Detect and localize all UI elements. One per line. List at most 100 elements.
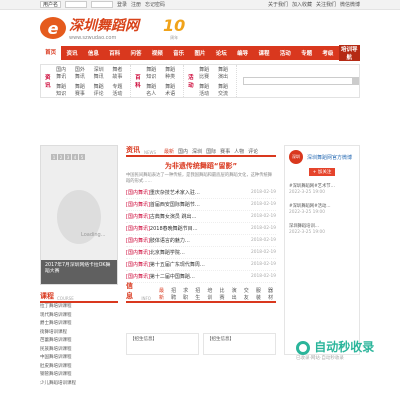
list-item[interactable]: [国内舞讯]北京舞蹈学院… 2018-02-19 [126,247,276,259]
news-tab[interactable]: 评论 [248,148,258,155]
subnav-link[interactable]: 国内舞讯 [56,66,70,80]
subnav-link[interactable]: 舞蹈术语 [165,83,179,97]
subnav-link[interactable]: 舞蹈交流 [218,83,232,97]
news-headline[interactable]: 为非遗传统舞蹈“留影” [126,161,276,171]
list-item[interactable]: 拉丁舞培训课程 [40,303,118,312]
subnav-link[interactable]: 舞蹈比赛 [199,66,213,80]
subnav-link[interactable]: 舞蹈赛事 [75,83,89,97]
nav-item-course[interactable]: 课程 [253,49,274,57]
image-slider[interactable]: 1 2 3 4 5 Loading... 2017年7月深圳网络卡拉OK舞蹈大赛 [40,145,118,285]
nav-item-images[interactable]: 图片 [189,49,210,57]
info-tab[interactable]: 比赛 [220,287,228,301]
list-item[interactable]: 街舞培训课程 [40,329,118,338]
nav-item-events[interactable]: 活动 [275,49,296,57]
search-button[interactable] [352,77,359,85]
info-tab[interactable]: 招聘 [171,287,179,301]
subnav-link[interactable]: 舞蹈评论 [94,83,108,97]
logo-icon: e [40,17,66,39]
login-link[interactable]: 登录 [117,1,127,8]
list-item[interactable]: 肚皮舞培训课程 [40,363,118,372]
subnav-link[interactable]: 舞蹈知识 [56,83,70,97]
list-item[interactable]: [国内舞讯]肢体语言的魅力… 2018-02-19 [126,235,276,247]
news-tab[interactable]: 深圳 [192,148,202,155]
nav-item-qa[interactable]: 问答 [125,49,146,57]
favorite-link[interactable]: 加入收藏 [292,1,312,8]
nav-item-news[interactable]: 资讯 [61,49,82,57]
news-tab[interactable]: 人物 [234,148,244,155]
info-tab[interactable]: 招生 [195,287,203,301]
info-tab[interactable]: 器材 [268,287,276,301]
nav-item-training[interactable]: 培训导航 [338,45,360,61]
slider-dot[interactable]: 2 [58,154,64,160]
slider-dot[interactable]: 3 [65,154,71,160]
info-tab[interactable]: 服装 [256,287,264,301]
news-tab[interactable]: 赛事 [220,148,230,155]
follow-button[interactable]: + 加关注 [309,168,335,176]
subnav-link[interactable]: 舞蹈种类 [165,66,179,80]
weibo-post[interactable]: #深圳舞蹈网#艺术节… 2022-3-25 19:00 [289,184,355,196]
slider-dot[interactable]: 1 [51,154,57,160]
news-tab[interactable]: 国际 [206,148,216,155]
weibo-user[interactable]: 深圳 深圳舞蹈网官方微博 [289,150,355,164]
nav-item-topics[interactable]: 专题 [296,49,317,57]
subnav-link[interactable]: 舞蹈演出 [218,66,232,80]
list-item[interactable]: [国内舞讯]2018春晚舞蹈节目… 2018-02-19 [126,223,276,235]
news-tab[interactable]: 最新 [164,148,174,155]
weibo-post-time: 2022-3-25 19:00 [289,230,325,235]
subnav-link[interactable]: 专题活动 [112,83,126,97]
subnav-link[interactable]: 舞蹈知识 [146,66,160,80]
about-link[interactable]: 关于我们 [268,1,288,8]
list-item[interactable]: [国内舞讯]古典舞女演员 跳出… 2018-02-19 [126,211,276,223]
info-tab[interactable]: 最新 [159,287,167,301]
slider-dot[interactable]: 4 [72,154,78,160]
info-card[interactable]: 【招生信息】 [126,333,199,355]
account-select[interactable]: 用户名 [40,1,62,8]
info-tab[interactable]: 演出 [232,287,240,301]
list-item[interactable]: [国内舞讯]重庆杂技艺术家入驻… 2018-02-19 [126,187,276,199]
subnav-head[interactable]: 百科 [135,73,143,89]
subnav-link[interactable]: 舞者故事 [112,66,126,80]
subnav-link[interactable]: 舞蹈活动 [199,83,213,97]
subnav-head[interactable]: 资讯 [45,73,53,89]
weibo-post[interactable]: 深圳舞蹈培训… 2022-3-25 19:00 [289,224,355,236]
info-tab[interactable]: 求职 [183,287,191,301]
forgot-link[interactable]: 忘记密码 [145,1,165,8]
username-input[interactable] [65,1,88,8]
list-item[interactable]: 民族舞培训课程 [40,346,118,355]
follow-link[interactable]: 关注我们 [316,1,336,8]
list-item[interactable]: [国内舞讯]第十五届广东现代舞周… 2018-02-19 [126,259,276,271]
nav-item-choreo[interactable]: 编导 [232,49,253,57]
nav-item-home[interactable]: 首页 [40,46,62,60]
nav-item-wiki[interactable]: 百科 [104,49,125,57]
subnav-head[interactable]: 活动 [188,73,196,89]
nav-item-info[interactable]: 信息 [83,49,104,57]
info-tab[interactable]: 交友 [244,287,252,301]
list-item[interactable]: 少儿舞蹈培训课程 [40,380,118,389]
info-card[interactable]: 【招生信息】 [203,333,276,355]
nav-item-video[interactable]: 视频 [147,49,168,57]
list-item[interactable]: [国内舞讯]首届西安国际舞蹈节… 2018-02-19 [126,199,276,211]
list-item[interactable]: 中国舞培训课程 [40,354,118,363]
weibo-post[interactable]: #深圳舞蹈网#活动… 2022-3-25 19:00 [289,204,355,216]
list-item[interactable]: 钢管舞培训课程 [40,371,118,380]
weibo-username[interactable]: 深圳舞蹈网官方微博 [307,154,352,161]
nav-item-music[interactable]: 音乐 [168,49,189,57]
search-input[interactable] [242,77,353,85]
list-item[interactable]: 现代舞培训课程 [40,312,118,321]
subnav-link[interactable]: 国外舞讯 [75,66,89,80]
list-item[interactable]: 爵士舞培训课程 [40,320,118,329]
slider-dot[interactable]: 5 [79,154,85,160]
nav-item-forum[interactable]: 论坛 [211,49,232,57]
info-tab[interactable]: 培训 [207,287,215,301]
register-link[interactable]: 注册 [131,1,141,8]
subnav-link[interactable]: 舞蹈名人 [146,83,160,97]
site-logo[interactable]: e 深圳舞蹈网 www.szwudao.com [40,15,139,41]
password-input[interactable] [91,1,114,8]
subnav-link[interactable]: 深圳舞讯 [94,66,108,80]
weixin-link[interactable]: 微信微博 [340,1,360,8]
slider-caption[interactable]: 2017年7月深圳网络卡拉OK舞蹈大赛 [41,260,117,284]
nav-item-exam[interactable]: 考级 [317,49,338,57]
list-item[interactable]: 芭蕾舞培训课程 [40,337,118,346]
list-item[interactable]: [国内舞讯]第十二届中国舞蹈… 2018-02-19 [126,271,276,283]
news-tab[interactable]: 国内 [178,148,188,155]
